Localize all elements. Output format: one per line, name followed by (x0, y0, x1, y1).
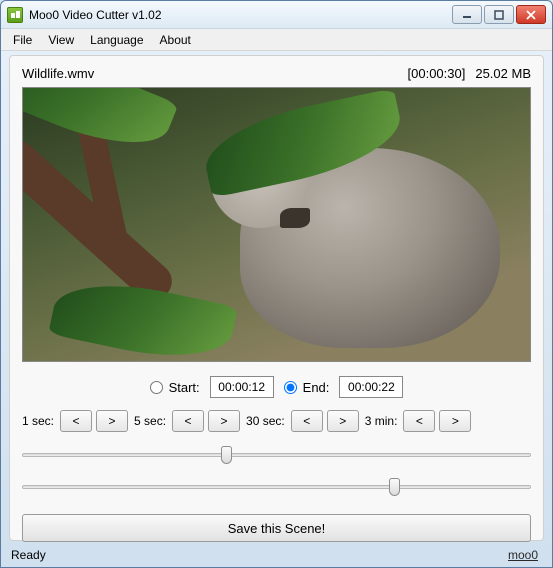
brand-link[interactable]: moo0 (508, 548, 538, 562)
step-1sec-label: 1 sec: (22, 414, 54, 428)
close-icon (526, 10, 536, 20)
step-5sec: 5 sec: < > (134, 410, 240, 432)
step-3min: 3 min: < > (365, 410, 472, 432)
start-slider-thumb[interactable] (221, 446, 232, 464)
start-slider-wrap (22, 444, 531, 466)
step-5sec-back-button[interactable]: < (172, 410, 204, 432)
step-3min-label: 3 min: (365, 414, 398, 428)
menu-about[interactable]: About (152, 31, 199, 49)
end-label: End: (303, 380, 330, 395)
step-row: 1 sec: < > 5 sec: < > 30 sec: < > 3 min:… (22, 410, 531, 432)
start-end-row: Start: End: (22, 376, 531, 398)
end-time-input[interactable] (339, 376, 403, 398)
window-title: Moo0 Video Cutter v1.02 (29, 8, 452, 22)
app-icon (7, 7, 23, 23)
end-slider-wrap (22, 476, 531, 498)
menu-view[interactable]: View (40, 31, 82, 49)
app-window: Moo0 Video Cutter v1.02 File View Langua… (0, 0, 553, 568)
menu-file[interactable]: File (5, 31, 40, 49)
close-button[interactable] (516, 5, 546, 24)
video-preview[interactable] (22, 87, 531, 362)
step-5sec-label: 5 sec: (134, 414, 166, 428)
step-1sec-fwd-button[interactable]: > (96, 410, 128, 432)
step-3min-fwd-button[interactable]: > (439, 410, 471, 432)
end-radio-label[interactable]: End: (284, 380, 330, 395)
file-info-row: Wildlife.wmv [00:00:30] 25.02 MB (22, 66, 531, 81)
end-radio[interactable] (284, 381, 297, 394)
maximize-button[interactable] (484, 5, 514, 24)
titlebar[interactable]: Moo0 Video Cutter v1.02 (1, 1, 552, 29)
step-30sec-back-button[interactable]: < (291, 410, 323, 432)
step-30sec-fwd-button[interactable]: > (327, 410, 359, 432)
step-30sec: 30 sec: < > (246, 410, 359, 432)
file-name: Wildlife.wmv (22, 66, 94, 81)
step-1sec: 1 sec: < > (22, 410, 128, 432)
step-30sec-label: 30 sec: (246, 414, 285, 428)
step-5sec-fwd-button[interactable]: > (208, 410, 240, 432)
minimize-button[interactable] (452, 5, 482, 24)
client-area: Wildlife.wmv [00:00:30] 25.02 MB Start: … (9, 55, 544, 541)
start-label: Start: (169, 380, 200, 395)
maximize-icon (494, 10, 504, 20)
start-radio-label[interactable]: Start: (150, 380, 200, 395)
menu-language[interactable]: Language (82, 31, 151, 49)
start-radio[interactable] (150, 381, 163, 394)
end-slider[interactable] (22, 476, 531, 498)
save-scene-button[interactable]: Save this Scene! (22, 514, 531, 542)
window-controls (452, 5, 546, 24)
start-time-input[interactable] (210, 376, 274, 398)
minimize-icon (462, 10, 472, 20)
step-1sec-back-button[interactable]: < (60, 410, 92, 432)
statusbar: Ready moo0 (5, 545, 544, 565)
start-slider[interactable] (22, 444, 531, 466)
slider-track (22, 485, 531, 489)
file-duration: [00:00:30] (408, 66, 466, 81)
step-3min-back-button[interactable]: < (403, 410, 435, 432)
status-text: Ready (11, 548, 46, 562)
end-slider-thumb[interactable] (389, 478, 400, 496)
menubar: File View Language About (1, 29, 552, 51)
slider-track (22, 453, 531, 457)
file-size: 25.02 MB (475, 66, 531, 81)
